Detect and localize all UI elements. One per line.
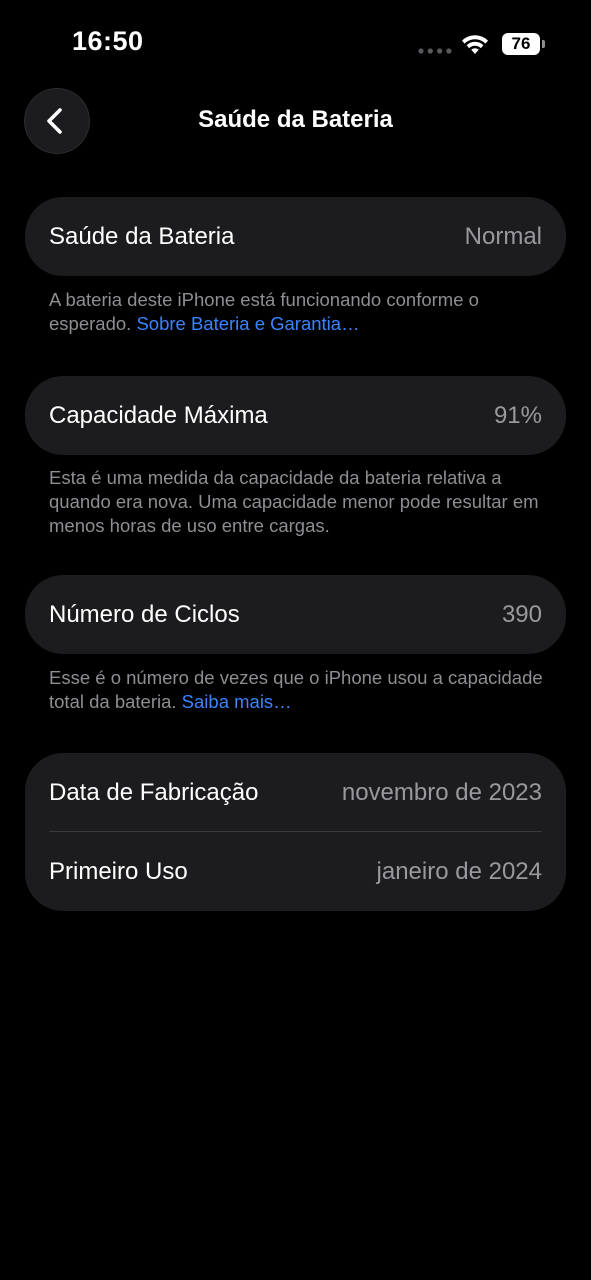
battery-health-footnote: A bateria deste iPhone está funcionando … bbox=[49, 288, 549, 336]
max-capacity-card: Capacidade Máxima 91% bbox=[25, 376, 566, 455]
first-use-value: janeiro de 2024 bbox=[376, 858, 542, 885]
cycle-count-card: Número de Ciclos 390 bbox=[25, 575, 566, 654]
battery-health-row: Saúde da Bateria Normal bbox=[25, 197, 566, 276]
first-use-row: Primeiro Uso janeiro de 2024 bbox=[25, 832, 566, 911]
manufacture-date-row: Data de Fabricação novembro de 2023 bbox=[25, 753, 566, 832]
max-capacity-label: Capacidade Máxima bbox=[49, 402, 268, 429]
signal-dots-icon bbox=[418, 48, 452, 54]
manufacture-date-value: novembro de 2023 bbox=[341, 779, 542, 806]
learn-more-link[interactable]: Saiba mais… bbox=[182, 691, 292, 712]
cycle-count-value: 390 bbox=[501, 601, 542, 628]
status-bar: 16:50 76 bbox=[0, 0, 591, 88]
battery-icon: 76 bbox=[502, 33, 548, 55]
status-time: 16:50 bbox=[72, 26, 144, 56]
cycle-count-row: Número de Ciclos 390 bbox=[25, 575, 566, 654]
max-capacity-row: Capacidade Máxima 91% bbox=[25, 376, 566, 455]
wifi-icon bbox=[462, 35, 488, 54]
battery-health-value: Normal bbox=[464, 223, 542, 250]
max-capacity-value: 91% bbox=[493, 402, 542, 429]
cycle-count-footnote: Esse é o número de vezes que o iPhone us… bbox=[49, 666, 549, 714]
battery-warranty-link[interactable]: Sobre Bateria e Garantia… bbox=[136, 313, 359, 334]
cycle-count-footnote-text: Esse é o número de vezes que o iPhone us… bbox=[49, 667, 543, 712]
max-capacity-footnote: Esta é uma medida da capacidade da bater… bbox=[49, 466, 549, 538]
battery-health-card: Saúde da Bateria Normal bbox=[25, 197, 566, 276]
dates-card: Data de Fabricação novembro de 2023 Prim… bbox=[25, 753, 566, 911]
battery-tip bbox=[542, 40, 545, 48]
manufacture-date-label: Data de Fabricação bbox=[49, 779, 259, 806]
battery-health-label: Saúde da Bateria bbox=[49, 223, 235, 250]
first-use-label: Primeiro Uso bbox=[49, 858, 188, 885]
max-capacity-footnote-text: Esta é uma medida da capacidade da bater… bbox=[49, 467, 539, 536]
cycle-count-label: Número de Ciclos bbox=[49, 601, 240, 628]
battery-level: 76 bbox=[511, 34, 531, 53]
page-title: Saúde da Bateria bbox=[198, 106, 393, 133]
